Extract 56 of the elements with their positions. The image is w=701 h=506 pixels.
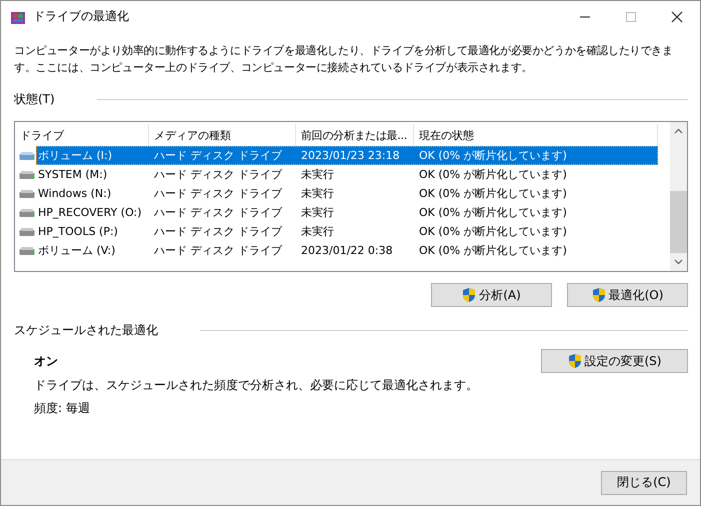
drive-icon xyxy=(19,208,35,218)
shield-icon xyxy=(568,353,582,369)
table-cell: 未実行 xyxy=(301,224,334,239)
schedule-state: オン xyxy=(34,353,59,370)
scrollbar[interactable] xyxy=(670,122,687,271)
table-cell: ボリューム (V:) xyxy=(38,243,116,258)
section-heading: 状態(T) xyxy=(14,91,55,108)
table-cell: ハード ディスク ドライブ xyxy=(154,224,282,239)
table-cell: SYSTEM (M:) xyxy=(38,168,108,181)
close-button[interactable]: 閉じる(C) xyxy=(601,470,687,494)
table-row[interactable]: ボリューム (I:) ハード ディスク ドライブ 2023/01/23 23:18 OK (0% が断片化しています) xyxy=(36,146,658,165)
table-cell: ハード ディスク ドライブ xyxy=(154,167,282,182)
window-title: ドライブの最適化 xyxy=(33,8,129,25)
button[interactable]: 分析(A) xyxy=(431,283,552,307)
table-cell: OK (0% が断片化しています) xyxy=(419,167,567,182)
table-cell: Windows (N:) xyxy=(38,187,112,200)
table-row[interactable]: SYSTEM (M:) ハード ディスク ドライブ 未実行 OK (0% が断片化しています) xyxy=(36,165,658,184)
maximize-icon xyxy=(625,10,637,22)
shield-icon xyxy=(592,287,606,303)
table-cell: HP_TOOLS (P:) xyxy=(38,225,118,238)
drive-icon xyxy=(19,226,35,236)
table-cell: ハード ディスク ドライブ xyxy=(154,186,282,201)
table-cell: OK (0% が断片化しています) xyxy=(419,148,567,163)
button[interactable]: 最適化(O) xyxy=(567,283,688,307)
section-heading: スケジュールされた最適化 xyxy=(14,322,158,339)
button[interactable]: 設定の変更(S) xyxy=(541,349,688,373)
table-cell: OK (0% が断片化しています) xyxy=(419,224,567,239)
table-cell: 2023/01/23 23:18 xyxy=(301,149,400,162)
shield-icon xyxy=(462,287,476,303)
table-row[interactable]: HP_RECOVERY (O:) ハード ディスク ドライブ 未実行 OK (0% が断片化しています) xyxy=(36,203,658,222)
table-cell: ボリューム (I:) xyxy=(38,148,112,163)
scroll-down-icon xyxy=(674,259,683,265)
table-cell: OK (0% が断片化しています) xyxy=(419,186,567,201)
table-cell: 2023/01/22 0:38 xyxy=(301,244,393,257)
table-cell: ハード ディスク ドライブ xyxy=(154,243,282,258)
schedule-frequency: 頻度: 毎週 xyxy=(34,400,91,417)
drive-icon xyxy=(19,170,35,180)
table-row[interactable]: Windows (N:) ハード ディスク ドライブ 未実行 OK (0% が断片化しています) xyxy=(36,184,658,203)
table-cell: ハード ディスク ドライブ xyxy=(154,148,282,163)
drive-icon xyxy=(19,246,35,256)
table-cell: 未実行 xyxy=(301,205,334,220)
table-cell: OK (0% が断片化しています) xyxy=(419,243,567,258)
schedule-description: ドライブは、スケジュールされた頻度で分析され、必要に応じて最適化されます。 xyxy=(34,377,479,394)
table-cell: HP_RECOVERY (O:) xyxy=(38,206,142,219)
table-cell: 未実行 xyxy=(301,167,334,182)
table-cell: 未実行 xyxy=(301,186,334,201)
description: コンピューターがより効率的に動作するようにドライブを最適化したり、ドライブを分析して最適化が必要かどうかを確認したりできます。ここには、コンピューター上のドライブ、コンピューターに接続されているドライブが表示されます。 xyxy=(14,43,674,76)
drive-icon xyxy=(19,188,35,198)
scroll-up-icon xyxy=(674,128,683,134)
drive-icon xyxy=(19,150,35,160)
scroll-thumb[interactable] xyxy=(670,191,687,253)
table-cell: OK (0% が断片化しています) xyxy=(419,205,567,220)
table-row[interactable]: ボリューム (V:) ハード ディスク ドライブ 2023/01/22 0:38 OK (0% が断片化しています) xyxy=(36,241,658,260)
close-icon xyxy=(671,10,683,22)
table-cell: ハード ディスク ドライブ xyxy=(154,205,282,220)
table-row[interactable]: HP_TOOLS (P:) ハード ディスク ドライブ 未実行 OK (0% が断片化しています) xyxy=(36,222,658,241)
